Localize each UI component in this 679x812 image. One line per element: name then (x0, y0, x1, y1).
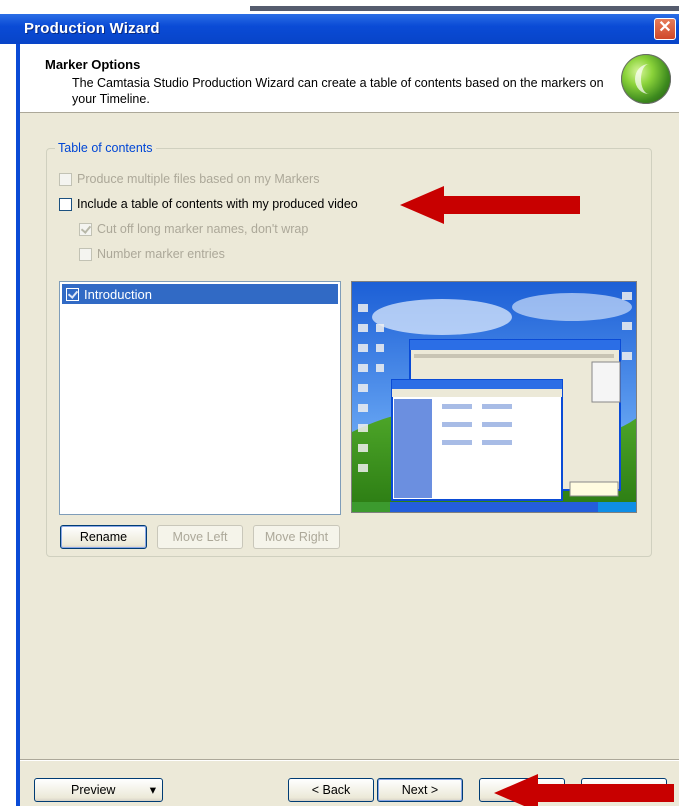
video-preview-thumbnail (351, 281, 637, 513)
title-bar[interactable]: Production Wizard ✕ (0, 14, 679, 44)
top-strip (0, 0, 679, 14)
include-toc-option[interactable]: Include a table of contents with my prod… (59, 196, 358, 212)
produce-multiple-option[interactable]: Produce multiple files based on my Marke… (59, 171, 319, 187)
chevron-down-icon: ▾ (149, 783, 156, 797)
produce-multiple-checkbox[interactable] (59, 172, 72, 186)
footer-separator (20, 759, 679, 761)
include-toc-label: Include a table of contents with my prod… (77, 197, 358, 211)
background-window-edge (250, 6, 679, 11)
preview-label: Preview (71, 783, 116, 797)
annotation-arrow-icon (400, 186, 580, 224)
desktop-screenshot-image (352, 282, 636, 512)
page-title: Marker Options (45, 57, 141, 72)
produce-multiple-label: Produce multiple files based on my Marke… (77, 172, 320, 186)
marker-label: Introduction (84, 286, 152, 302)
window-border (16, 44, 20, 812)
number-entries-label: Number marker entries (97, 247, 225, 261)
marker-list[interactable]: Introduction (59, 281, 341, 515)
cut-off-checkbox[interactable] (79, 222, 92, 236)
number-entries-checkbox[interactable] (79, 247, 92, 261)
bottom-strip (0, 806, 679, 812)
left-window-edge (0, 44, 20, 812)
window-title: Production Wizard (24, 20, 160, 37)
wizard-header: Marker Options The Camtasia Studio Produ… (20, 44, 679, 113)
include-toc-checkbox[interactable] (59, 197, 72, 211)
marker-checkbox[interactable] (66, 287, 79, 301)
back-button[interactable]: < Back (288, 778, 374, 802)
next-button[interactable]: Next > (377, 778, 463, 802)
camtasia-logo-icon (621, 54, 671, 104)
page-description: The Camtasia Studio Production Wizard ca… (72, 76, 604, 106)
list-item[interactable]: Introduction (62, 284, 338, 304)
number-entries-option[interactable]: Number marker entries (79, 246, 225, 262)
rename-button[interactable]: Rename (60, 525, 147, 549)
move-right-button[interactable]: Move Right (253, 525, 340, 549)
production-wizard-window: Production Wizard ✕ Marker Options The C… (0, 0, 679, 812)
close-button[interactable]: ✕ (654, 18, 676, 40)
cut-off-option[interactable]: Cut off long marker names, don't wrap (79, 221, 308, 237)
preview-button[interactable]: Preview ▾ (34, 778, 163, 802)
move-left-button[interactable]: Move Left (157, 525, 243, 549)
toc-legend: Table of contents (55, 141, 156, 155)
cut-off-label: Cut off long marker names, don't wrap (97, 222, 309, 236)
